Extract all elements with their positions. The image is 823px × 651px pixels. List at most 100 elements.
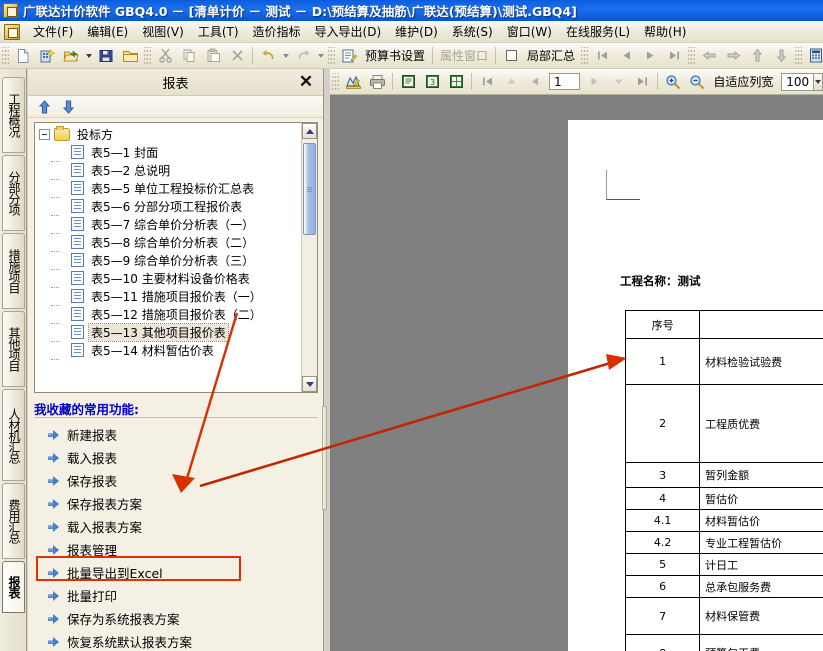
tree-node-item[interactable]: 表5—2 总说明 bbox=[35, 161, 303, 180]
move-left-icon[interactable] bbox=[698, 45, 720, 67]
grid-export-icon[interactable] bbox=[445, 71, 467, 93]
new-doc-icon[interactable] bbox=[12, 45, 34, 67]
cut-icon[interactable] bbox=[154, 45, 176, 67]
delete-icon[interactable] bbox=[226, 45, 248, 67]
print-icon[interactable] bbox=[366, 71, 388, 93]
tree-node-item[interactable]: 表5—11 措施项目报价表（一） bbox=[35, 287, 303, 306]
redo-dropdown-caret[interactable] bbox=[315, 46, 326, 66]
tree-node-root[interactable]: 投标方 bbox=[35, 125, 303, 143]
menu-maintain[interactable]: 维护(D) bbox=[388, 21, 445, 42]
menu-import-export[interactable]: 导入导出(D) bbox=[308, 21, 389, 42]
budget-settings-button[interactable]: 预算书设置 bbox=[361, 47, 429, 64]
panel-splitter-handle[interactable] bbox=[322, 406, 327, 510]
first-record-icon[interactable] bbox=[591, 45, 613, 67]
copy-icon[interactable] bbox=[178, 45, 200, 67]
preview-page-icon[interactable] bbox=[397, 71, 419, 93]
move-down-icon[interactable] bbox=[770, 45, 792, 67]
budget-settings-icon[interactable] bbox=[338, 45, 360, 67]
open-dropdown-caret[interactable] bbox=[83, 46, 94, 66]
tree-node-item[interactable]: 表5—5 单位工程投标价汇总表 bbox=[35, 179, 303, 198]
sidebar-item-reports[interactable]: 报表 bbox=[2, 561, 25, 613]
toolbar-grip-5[interactable] bbox=[688, 46, 696, 65]
toolbar-grip-6[interactable] bbox=[795, 46, 803, 65]
close-icon[interactable]: ✕ bbox=[297, 72, 315, 90]
undo-icon[interactable] bbox=[257, 45, 279, 67]
toolbar-grip-3[interactable] bbox=[328, 46, 335, 65]
zoom-level-input[interactable]: 100 bbox=[781, 72, 815, 91]
redo-icon[interactable] bbox=[292, 45, 314, 67]
menu-edit[interactable]: 编辑(E) bbox=[80, 21, 135, 42]
prev-group-icon[interactable] bbox=[500, 71, 522, 93]
scroll-up-icon[interactable] bbox=[302, 123, 317, 139]
move-down-icon[interactable] bbox=[58, 98, 78, 116]
zoom-dropdown-caret[interactable] bbox=[814, 72, 823, 91]
prev-page-icon[interactable] bbox=[524, 71, 546, 93]
tree-node-item[interactable]: 表5—6 分部分项工程报价表 bbox=[35, 197, 303, 216]
open-folder-icon[interactable] bbox=[60, 45, 82, 67]
design-report-icon[interactable] bbox=[342, 71, 364, 93]
last-page-icon[interactable] bbox=[631, 71, 653, 93]
menu-file[interactable]: 文件(F) bbox=[26, 21, 80, 42]
menu-tools[interactable]: 工具(T) bbox=[191, 21, 246, 42]
next-record-icon[interactable] bbox=[639, 45, 661, 67]
favorite-batch-print[interactable]: 批量打印 bbox=[34, 584, 324, 607]
checkbox-icon[interactable] bbox=[500, 45, 522, 67]
move-right-icon[interactable] bbox=[722, 45, 744, 67]
sidebar-item-project-overview[interactable]: 工程概况 bbox=[2, 77, 25, 153]
new-project-icon[interactable] bbox=[36, 45, 58, 67]
sidebar-item-division-items[interactable]: 分部分项 bbox=[2, 155, 25, 231]
zoom-in-icon[interactable] bbox=[662, 71, 684, 93]
collapse-icon[interactable] bbox=[39, 128, 50, 140]
prev-record-icon[interactable] bbox=[615, 45, 637, 67]
next-group-icon[interactable] bbox=[607, 71, 629, 93]
favorite-restore-default-scheme[interactable]: 恢复系统默认报表方案 bbox=[34, 630, 324, 651]
tree-node-item[interactable]: 表5—12 措施项目报价表（二） bbox=[35, 305, 303, 324]
report-preview-area[interactable]: 工程名称：测试 序号 1 材料检验试验费 2 工程质优费 3 暂列金额 4 暂估价 4.… bbox=[330, 95, 823, 651]
move-up-icon[interactable] bbox=[34, 98, 54, 116]
page-number-input[interactable]: 1 bbox=[549, 73, 581, 90]
menu-system[interactable]: 系统(S) bbox=[445, 21, 500, 42]
next-page-icon[interactable] bbox=[583, 71, 605, 93]
favorite-report-management[interactable]: 报表管理 bbox=[34, 538, 324, 561]
menu-window[interactable]: 窗口(W) bbox=[500, 21, 559, 42]
move-up-icon[interactable] bbox=[746, 45, 768, 67]
toolbar-grip-2[interactable] bbox=[144, 46, 151, 65]
favorite-save-report[interactable]: 保存报表 bbox=[34, 469, 324, 492]
save-icon[interactable] bbox=[95, 45, 117, 67]
tree-vertical-scrollbar[interactable] bbox=[301, 123, 317, 392]
favorite-save-report-scheme[interactable]: 保存报表方案 bbox=[34, 492, 324, 515]
report-tree[interactable]: 投标方 表5—1 封面 表5—2 总说明 表5—5 单位工程投标价汇总表 表5—… bbox=[34, 122, 318, 393]
favorite-save-as-system-scheme[interactable]: 保存为系统报表方案 bbox=[34, 607, 324, 630]
fit-column-width-button[interactable]: 自适应列宽 bbox=[709, 73, 777, 90]
menu-online-service[interactable]: 在线服务(L) bbox=[559, 21, 637, 42]
menu-help[interactable]: 帮助(H) bbox=[637, 21, 693, 42]
first-page-icon[interactable] bbox=[476, 71, 498, 93]
menu-view[interactable]: 视图(V) bbox=[135, 21, 191, 42]
tree-node-item[interactable]: 表5—8 综合单价分析表（二） bbox=[35, 233, 303, 252]
tree-node-item[interactable]: 表5—10 主要材料设备价格表 bbox=[35, 269, 303, 288]
local-summary-button[interactable]: 局部汇总 bbox=[523, 47, 579, 64]
zoom-out-icon[interactable] bbox=[686, 71, 708, 93]
favorite-load-report[interactable]: 载入报表 bbox=[34, 446, 324, 469]
open-recent-icon[interactable] bbox=[119, 45, 141, 67]
tree-node-item[interactable]: 表5—9 综合单价分析表（三） bbox=[35, 251, 303, 270]
sidebar-item-resource-summary[interactable]: 人材机汇总 bbox=[2, 389, 25, 481]
favorite-new-report[interactable]: 新建报表 bbox=[34, 423, 324, 446]
report-toolbar-grip[interactable] bbox=[332, 72, 339, 91]
toolbar-grip-4[interactable] bbox=[581, 46, 589, 65]
scroll-down-icon[interactable] bbox=[302, 376, 317, 392]
paste-icon[interactable] bbox=[202, 45, 224, 67]
excel-export-icon[interactable]: 3 bbox=[421, 71, 443, 93]
favorite-batch-export-excel[interactable]: 批量导出到Excel bbox=[34, 561, 324, 584]
tree-node-item-selected[interactable]: 表5—13 其他项目报价表 bbox=[35, 322, 303, 342]
tree-node-item[interactable]: 表5—14 材料暂估价表 bbox=[35, 341, 303, 360]
sidebar-item-other-items[interactable]: 其他项目 bbox=[2, 311, 25, 387]
favorite-load-report-scheme[interactable]: 载入报表方案 bbox=[34, 515, 324, 538]
property-window-button[interactable]: 属性窗口 bbox=[436, 47, 492, 64]
tree-node-item[interactable]: 表5—7 综合单价分析表（一） bbox=[35, 215, 303, 234]
undo-dropdown-caret[interactable] bbox=[280, 46, 291, 66]
toolbar-grip[interactable] bbox=[2, 46, 9, 65]
tree-node-item[interactable]: 表5—1 封面 bbox=[35, 143, 303, 162]
calculator-icon[interactable] bbox=[805, 45, 823, 67]
last-record-icon[interactable] bbox=[663, 45, 685, 67]
